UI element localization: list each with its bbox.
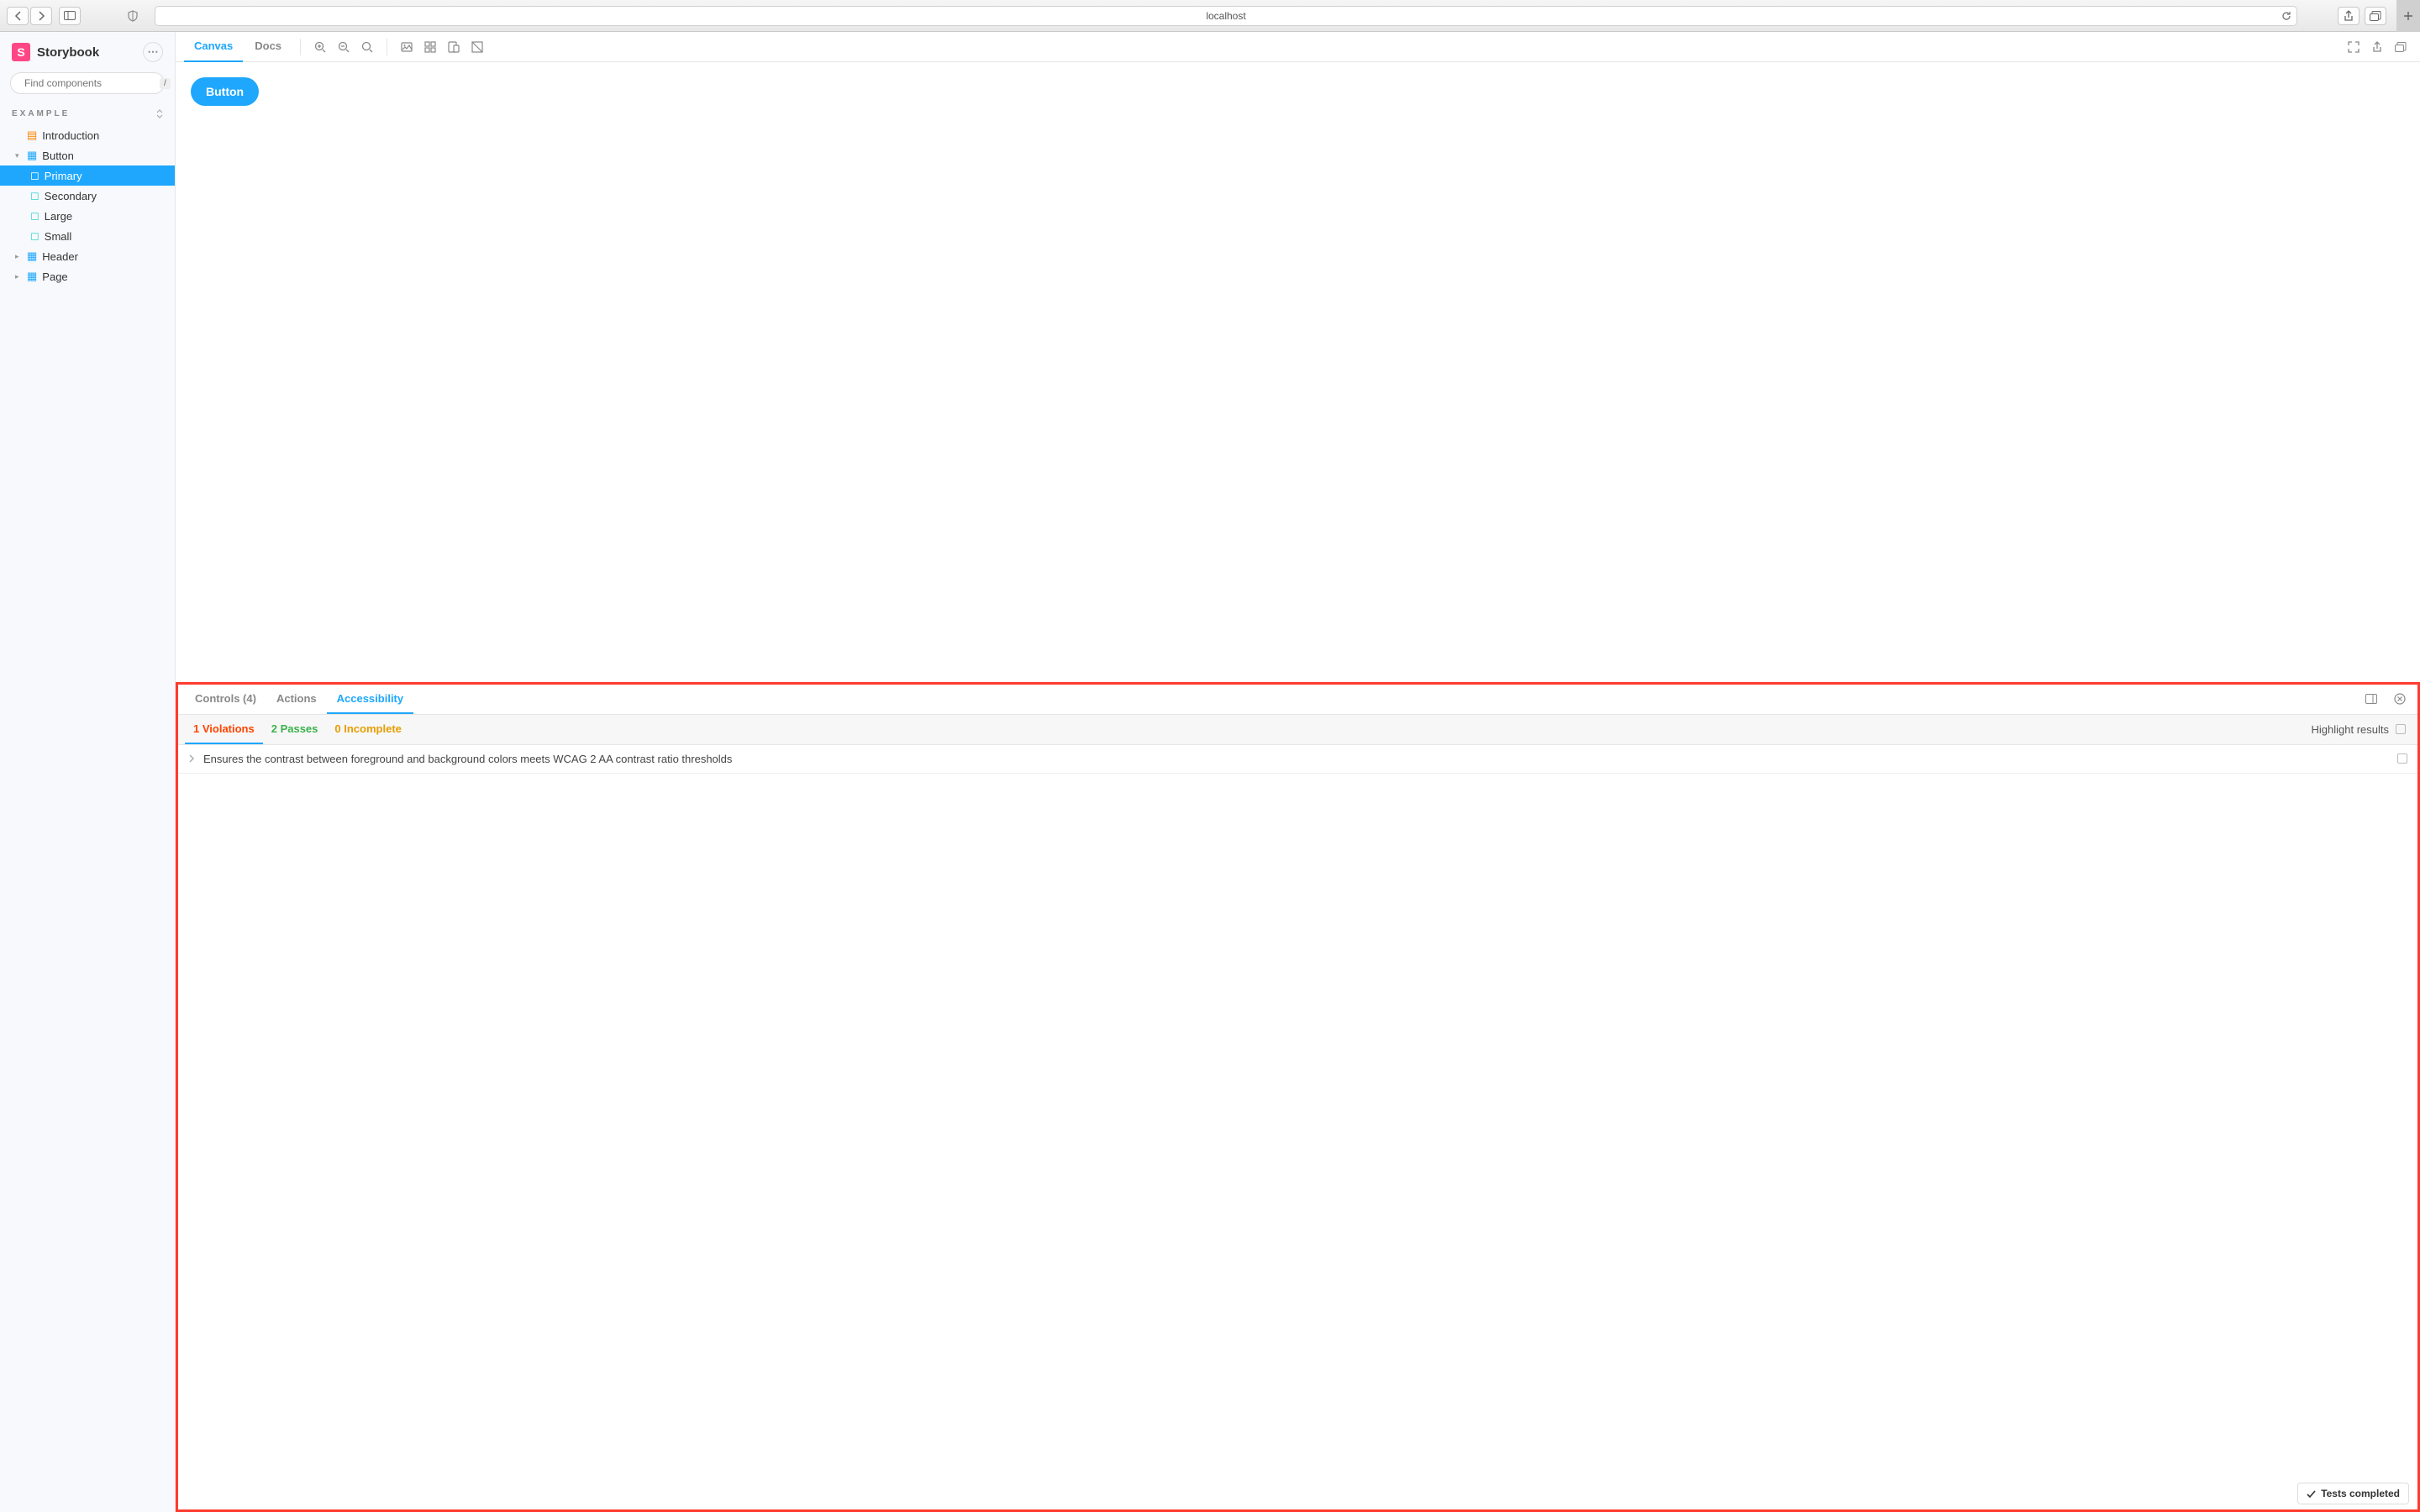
sidebar-toggle-button[interactable] bbox=[59, 7, 81, 25]
share-button[interactable] bbox=[2338, 7, 2360, 25]
tab-controls[interactable]: Controls (4) bbox=[185, 684, 266, 714]
tree-label: Primary bbox=[45, 170, 82, 182]
fullscreen-icon[interactable] bbox=[2343, 36, 2365, 58]
tree-label: Button bbox=[42, 150, 74, 162]
sidebar-section-heading[interactable]: Example bbox=[0, 102, 175, 125]
tree-label: Secondary bbox=[45, 190, 97, 202]
brand-title: Storybook bbox=[37, 45, 136, 60]
subtab-passes[interactable]: 2 Passes bbox=[263, 714, 327, 744]
status-badge: Tests completed bbox=[2297, 1483, 2409, 1504]
sidebar-item-primary[interactable]: ◻ Primary bbox=[0, 165, 175, 186]
subtab-incomplete[interactable]: 0 Incomplete bbox=[326, 714, 409, 744]
component-icon: ▦ bbox=[27, 149, 37, 162]
open-new-tab-icon[interactable] bbox=[2366, 36, 2388, 58]
tab-accessibility[interactable]: Accessibility bbox=[327, 684, 414, 714]
search-shortcut: / bbox=[160, 78, 171, 89]
zoom-in-icon[interactable] bbox=[309, 36, 331, 58]
tab-docs[interactable]: Docs bbox=[245, 32, 292, 62]
tab-actions[interactable]: Actions bbox=[266, 684, 327, 714]
tree-label: Page bbox=[42, 270, 67, 283]
demo-button[interactable]: Button bbox=[191, 77, 259, 106]
sidebar-item-large[interactable]: ◻ Large bbox=[0, 206, 175, 226]
tree-label: Introduction bbox=[42, 129, 99, 142]
storybook-logo-icon: S bbox=[12, 43, 30, 61]
privacy-shield-icon[interactable] bbox=[121, 7, 145, 25]
sidebar-item-button[interactable]: ▾▦Button bbox=[0, 145, 175, 165]
component-icon: ▦ bbox=[27, 249, 37, 263]
zoom-reset-icon[interactable] bbox=[356, 36, 378, 58]
search-input[interactable]: / bbox=[10, 72, 165, 94]
viewport-icon[interactable] bbox=[443, 36, 465, 58]
new-tab-button[interactable] bbox=[2396, 0, 2420, 32]
tree-label: Large bbox=[45, 210, 72, 223]
bookmark-icon: ◻ bbox=[30, 209, 39, 223]
back-button[interactable] bbox=[7, 7, 29, 25]
zoom-out-icon[interactable] bbox=[333, 36, 355, 58]
sidebar-item-secondary[interactable]: ◻ Secondary bbox=[0, 186, 175, 206]
background-icon[interactable] bbox=[396, 36, 418, 58]
measure-icon[interactable] bbox=[466, 36, 488, 58]
url-text: localhost bbox=[1206, 10, 1245, 22]
collapse-icon[interactable] bbox=[156, 109, 163, 118]
preview-canvas: Button bbox=[176, 62, 2420, 682]
status-text: Tests completed bbox=[2321, 1488, 2400, 1499]
subtab-violations[interactable]: 1 Violations bbox=[185, 714, 263, 744]
copy-link-icon[interactable] bbox=[2390, 36, 2412, 58]
address-bar[interactable]: localhost bbox=[155, 6, 2297, 26]
component-icon: ▦ bbox=[27, 270, 37, 283]
reload-icon[interactable] bbox=[2281, 11, 2291, 21]
bookmark-icon: ◻ bbox=[30, 169, 39, 182]
highlight-results-toggle[interactable]: Highlight results bbox=[2312, 723, 2412, 736]
separator bbox=[300, 39, 301, 55]
sidebar-menu-button[interactable]: ⋯ bbox=[143, 42, 163, 62]
sidebar-item-introduction[interactable]: ▤ Introduction bbox=[0, 125, 175, 145]
forward-button[interactable] bbox=[30, 7, 52, 25]
checkbox-icon[interactable] bbox=[2396, 724, 2406, 734]
search-field[interactable] bbox=[24, 77, 155, 89]
sidebar-item-small[interactable]: ◻ Small bbox=[0, 226, 175, 246]
document-icon: ▤ bbox=[27, 129, 37, 142]
panel-orientation-icon[interactable] bbox=[2360, 688, 2382, 710]
browser-chrome: localhost bbox=[0, 0, 2420, 32]
tree-label: Small bbox=[45, 230, 72, 243]
preview-toolbar: Canvas Docs bbox=[176, 32, 2420, 62]
sidebar-tree: ▤Introduction ▾▦Button ◻Primary ◻Seconda… bbox=[0, 125, 175, 286]
tree-label: Header bbox=[42, 250, 78, 263]
close-panel-icon[interactable] bbox=[2389, 688, 2411, 710]
a11y-rule-row[interactable]: Ensures the contrast between foreground … bbox=[178, 745, 2417, 774]
sidebar-item-header[interactable]: ▸▦Header bbox=[0, 246, 175, 266]
bookmark-icon: ◻ bbox=[30, 229, 39, 243]
a11y-subtabs: 1 Violations 2 Passes 0 Incomplete Highl… bbox=[178, 715, 2417, 745]
bookmark-icon: ◻ bbox=[30, 189, 39, 202]
sidebar: S Storybook ⋯ / Example ▤Introduction ▾▦… bbox=[0, 32, 176, 1512]
rule-text: Ensures the contrast between foreground … bbox=[203, 753, 732, 765]
chevron-right-icon bbox=[188, 754, 195, 763]
grid-icon[interactable] bbox=[419, 36, 441, 58]
section-label: Example bbox=[12, 109, 70, 118]
tab-canvas[interactable]: Canvas bbox=[184, 32, 243, 62]
tabs-button[interactable] bbox=[2365, 7, 2386, 25]
check-icon bbox=[2307, 1489, 2316, 1499]
addons-panel: Controls (4) Actions Accessibility 1 Vio… bbox=[176, 682, 2420, 1512]
rule-checkbox[interactable] bbox=[2397, 753, 2407, 764]
highlight-label: Highlight results bbox=[2312, 723, 2390, 736]
sidebar-item-page[interactable]: ▸▦Page bbox=[0, 266, 175, 286]
main-area: Canvas Docs Button Controls (4) Ac bbox=[176, 32, 2420, 1512]
addon-tabs: Controls (4) Actions Accessibility bbox=[178, 685, 2417, 715]
